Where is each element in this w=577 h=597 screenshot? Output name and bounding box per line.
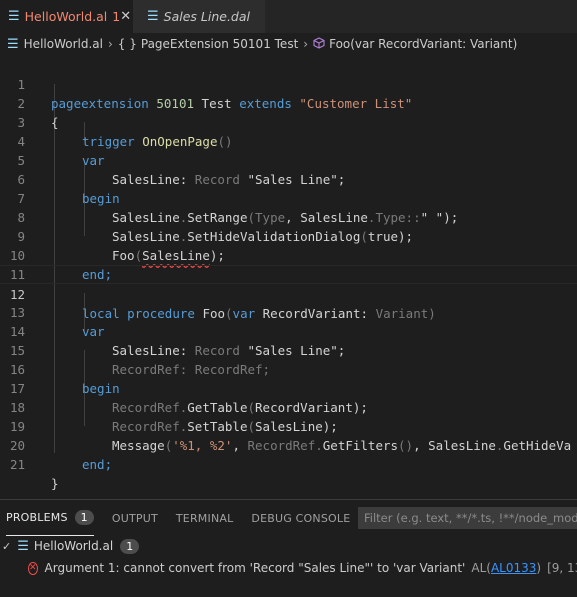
code-line: 5 SalesLine: Record "Sales Line";: [0, 132, 577, 187]
problem-code-link[interactable]: AL0133: [491, 561, 536, 575]
code-line: 18 RecordRef.SetTable(SalesLine);: [0, 379, 577, 434]
code-line: 10 end;: [0, 227, 577, 282]
tab-error-count: 1: [112, 9, 121, 24]
chevron-down-icon[interactable]: ✓: [2, 540, 11, 553]
tab-output[interactable]: OUTPUT: [112, 500, 158, 536]
breadcrumb-object[interactable]: PageExtension 50101 Test: [141, 37, 298, 51]
namespace-braces-icon: { }: [117, 37, 137, 51]
code-line: 3 trigger OnOpenPage(): [0, 94, 577, 149]
code-line: 16 begin: [0, 341, 577, 396]
code-line: 20 end;: [0, 417, 577, 472]
chevron-right-icon: ›: [303, 37, 309, 51]
problem-file-row[interactable]: ✓ ☰ HelloWorld.al 1: [0, 535, 577, 557]
code-line: 15 RecordRef: RecordRef;: [0, 322, 577, 377]
problems-filter-input[interactable]: Filter (e.g. text, **/*.ts, !**/node_mod…: [358, 507, 577, 529]
line-number: 21: [9, 457, 25, 472]
code-line: 9 Foo(SalesLine);: [0, 208, 577, 263]
file-lines-icon: ☰: [17, 538, 29, 554]
code-line: 19 Message('%1, %2', RecordRef.GetFilter…: [0, 398, 577, 453]
tab-sales-line-dal[interactable]: ☰ Sales Line.dal: [133, 0, 265, 33]
breadcrumb-member[interactable]: Foo(var RecordVariant: Variant): [329, 37, 517, 51]
tab-problems[interactable]: PROBLEMS 1: [6, 500, 94, 536]
problem-message: Argument 1: cannot convert from 'Record …: [44, 561, 466, 575]
tab-helloworld-al[interactable]: ☰ HelloWorld.al 1 ✕: [0, 0, 133, 33]
code-line: 11: [0, 246, 577, 282]
file-lines-icon: ☰: [7, 36, 19, 52]
method-cube-icon: [313, 36, 325, 52]
code-line-current: 12 local procedure Foo(var RecordVariant…: [0, 265, 577, 321]
code-line: 17 RecordRef.GetTable(RecordVariant);: [0, 360, 577, 415]
tab-terminal[interactable]: TERMINAL: [176, 500, 234, 536]
problem-position: [9, 13]: [547, 561, 577, 575]
breadcrumb: ☰ HelloWorld.al › { } PageExtension 5010…: [0, 33, 577, 55]
tab-debug-console[interactable]: DEBUG CONSOLE: [251, 500, 350, 536]
problem-item[interactable]: ✕ Argument 1: cannot convert from 'Recor…: [0, 557, 577, 579]
code-line: 8 SalesLine.SetHideValidationDialog(true…: [0, 189, 577, 244]
tab-label: HelloWorld.al: [24, 9, 108, 24]
tab-label: Sales Line.dal: [163, 9, 250, 24]
file-lines-icon: ☰: [8, 9, 20, 24]
problems-count-badge: 1: [74, 510, 94, 525]
editor-tabs: ☰ HelloWorld.al 1 ✕ ☰ Sales Line.dal: [0, 0, 577, 33]
code-line: 1 pageextension 50101 Test extends "Cust…: [0, 56, 577, 111]
problem-source: AL(AL0133): [471, 561, 542, 575]
code-editor[interactable]: 1 pageextension 50101 Test extends "Cust…: [0, 55, 577, 499]
file-lines-icon: ☰: [147, 9, 159, 24]
code-line: 6 begin: [0, 151, 577, 206]
close-icon[interactable]: ✕: [120, 9, 131, 24]
code-line: 7 SalesLine.SetRange(Type, SalesLine.Typ…: [0, 170, 577, 225]
problem-file-count: 1: [120, 538, 140, 554]
chevron-right-icon: ›: [107, 37, 113, 51]
code-line: 13 var: [0, 284, 577, 339]
problem-file-name: HelloWorld.al: [33, 539, 114, 553]
code-line: 2 {: [0, 75, 577, 130]
code-line: 4 var: [0, 113, 577, 168]
code-line: 21 }: [0, 436, 577, 491]
code-line: 14 SalesLine: Record "Sales Line";: [0, 303, 577, 358]
breadcrumb-file[interactable]: HelloWorld.al: [24, 37, 103, 51]
error-circle-icon: ✕: [28, 561, 38, 575]
problems-panel: PROBLEMS 1 OUTPUT TERMINAL DEBUG CONSOLE…: [0, 499, 577, 597]
